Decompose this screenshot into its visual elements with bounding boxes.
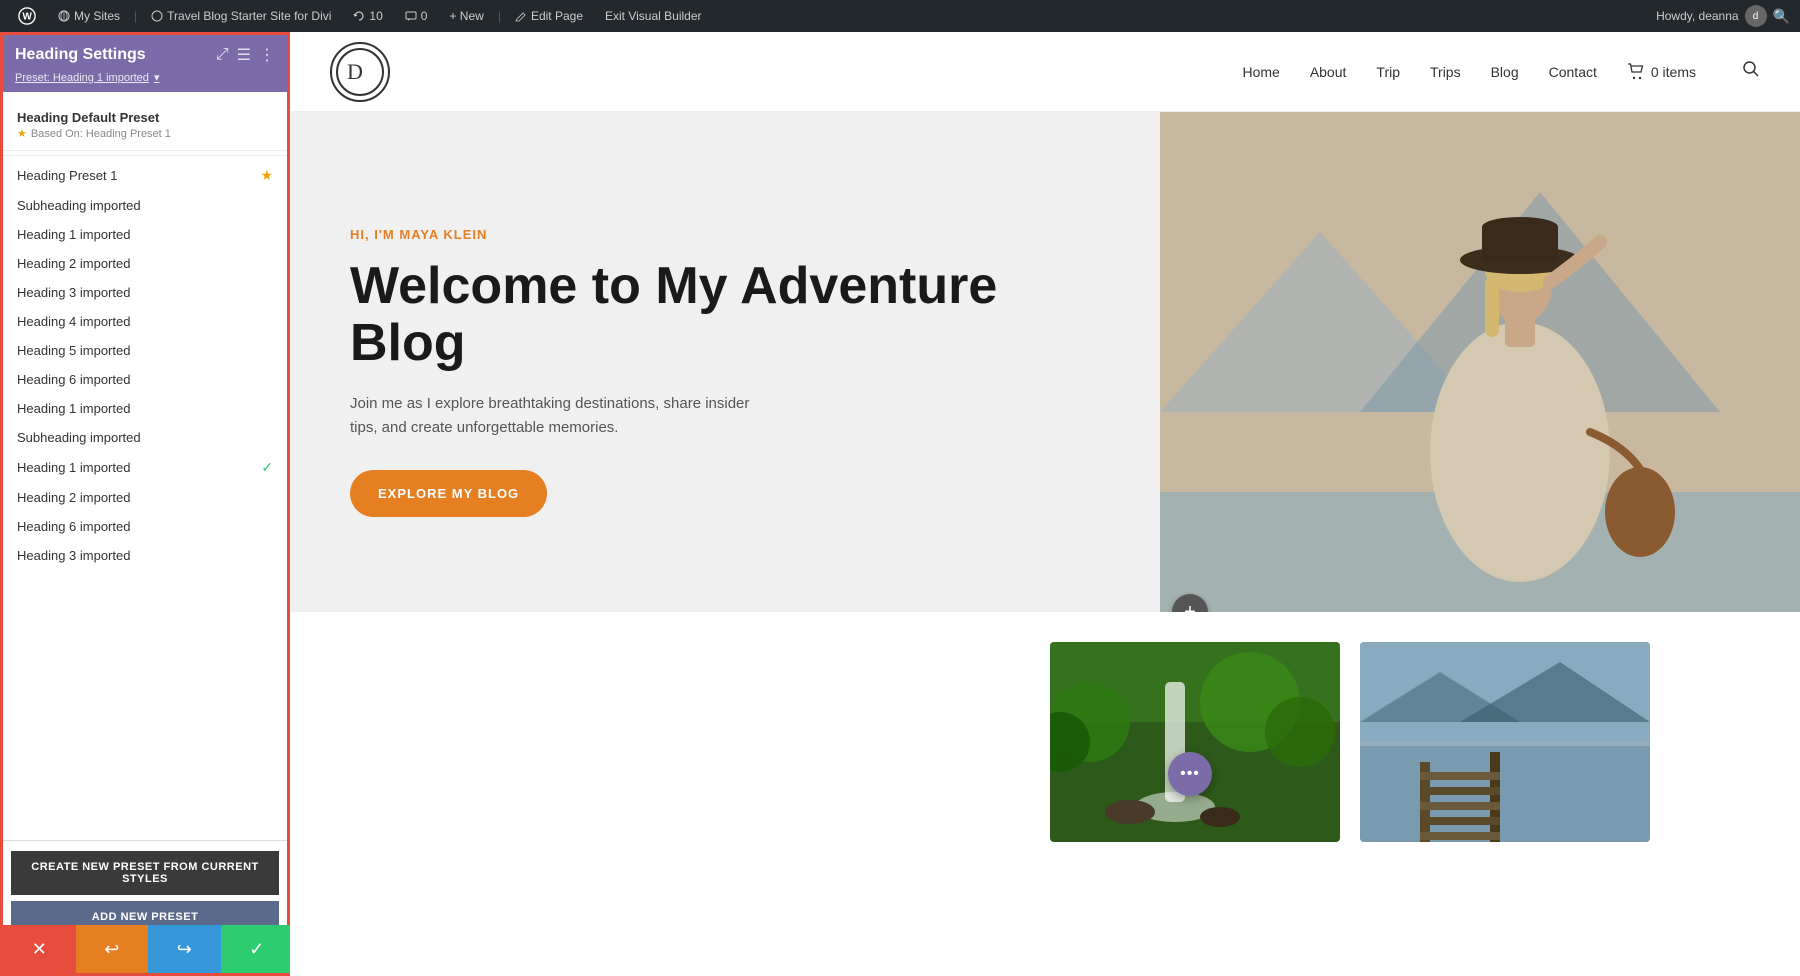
- gallery-section: [290, 612, 1800, 842]
- avatar[interactable]: d: [1745, 5, 1767, 27]
- left-panel: Heading Settings ⤢ ☰ ⋮ Preset: Heading 1…: [0, 32, 290, 976]
- nav-trips[interactable]: Trips: [1430, 64, 1461, 80]
- nav-cart[interactable]: 0 items: [1627, 63, 1696, 81]
- blog-name-item[interactable]: Travel Blog Starter Site for Divi: [143, 9, 339, 23]
- default-preset-block[interactable]: Heading Default Preset ★ Based On: Headi…: [3, 100, 287, 151]
- check-icon: ✓: [261, 459, 273, 476]
- hero-image: [1160, 112, 1800, 612]
- panel-title: Heading Settings: [15, 46, 146, 64]
- preset-item-4[interactable]: Heading 2 imported: [3, 249, 287, 278]
- preset-item-3[interactable]: Heading 1 imported: [3, 220, 287, 249]
- more-icon[interactable]: ⋮: [259, 45, 275, 65]
- create-preset-button[interactable]: CREATE NEW PRESET FROM CURRENT STYLES: [11, 851, 279, 895]
- fab-menu-button[interactable]: •••: [1168, 752, 1212, 796]
- preset-item-1[interactable]: Heading Preset 1 ★: [3, 160, 287, 191]
- preset-label[interactable]: Preset: Heading 1 imported ▾: [3, 71, 287, 92]
- nav-about[interactable]: About: [1310, 64, 1347, 80]
- hero-title: Welcome to My Adventure Blog: [350, 258, 1100, 372]
- comments-item[interactable]: 0: [397, 9, 436, 23]
- blog-name-label: Travel Blog Starter Site for Divi: [167, 9, 331, 23]
- preset-item-label: Heading 1 imported: [17, 401, 130, 416]
- preset-item-5[interactable]: Heading 3 imported: [3, 278, 287, 307]
- preset-item-10[interactable]: Subheading imported: [3, 423, 287, 452]
- nav-links: Home About Trip Trips Blog Contact 0 ite…: [1242, 60, 1760, 83]
- gallery-item-waterfall: [1050, 642, 1340, 842]
- redo-button[interactable]: ↪: [148, 925, 221, 973]
- preset-item-label: Heading 1 imported: [17, 227, 130, 242]
- preset-item-label: Heading 3 imported: [17, 285, 130, 300]
- preset-item-13[interactable]: Heading 6 imported: [3, 512, 287, 541]
- preset-item-label: Subheading imported: [17, 198, 141, 213]
- star-icon: ★: [17, 127, 27, 140]
- nav-contact[interactable]: Contact: [1549, 64, 1597, 80]
- preset-item-12[interactable]: Heading 2 imported: [3, 483, 287, 512]
- preset-item-label: Heading 3 imported: [17, 548, 130, 563]
- edit-page-item[interactable]: Edit Page: [507, 9, 591, 23]
- nav-trip[interactable]: Trip: [1376, 64, 1400, 80]
- expand-icon[interactable]: ⤢: [216, 46, 229, 64]
- preset-item-label: Heading 2 imported: [17, 490, 130, 505]
- search-icon[interactable]: [1742, 60, 1760, 83]
- preset-item-11[interactable]: Heading 1 imported ✓: [3, 452, 287, 483]
- default-preset-based: ★ Based On: Heading Preset 1: [17, 127, 273, 140]
- my-sites-label: My Sites: [74, 9, 120, 23]
- exit-builder-item[interactable]: Exit Visual Builder: [597, 9, 710, 23]
- preset-item-7[interactable]: Heading 5 imported: [3, 336, 287, 365]
- main-area: Heading Settings ⤢ ☰ ⋮ Preset: Heading 1…: [0, 32, 1800, 976]
- preset-item-label: Heading 2 imported: [17, 256, 130, 271]
- undo-button[interactable]: ↩: [76, 925, 149, 973]
- default-preset-name: Heading Default Preset: [17, 110, 273, 125]
- cancel-button[interactable]: ✕: [3, 925, 76, 973]
- preset-item-label: Heading 6 imported: [17, 519, 130, 534]
- save-button[interactable]: ✓: [221, 925, 294, 973]
- hero-section: HI, I'M MAYA KLEIN Welcome to My Adventu…: [290, 112, 1800, 612]
- hero-subtitle: HI, I'M MAYA KLEIN: [350, 227, 1100, 242]
- updates-item[interactable]: 10: [345, 9, 390, 23]
- updates-count: 10: [369, 9, 382, 23]
- preset-item-6[interactable]: Heading 4 imported: [3, 307, 287, 336]
- preset-item-label: Heading 5 imported: [17, 343, 130, 358]
- site-nav: D Home About Trip Trips Blog Contact 0 i…: [290, 32, 1800, 112]
- preset-item-label: Heading 4 imported: [17, 314, 130, 329]
- preset-list[interactable]: Heading Default Preset ★ Based On: Headi…: [3, 92, 287, 840]
- panel-header: Heading Settings ⤢ ☰ ⋮: [3, 35, 287, 71]
- star-active-icon: ★: [260, 167, 273, 184]
- preset-item-label: Heading Preset 1: [17, 168, 117, 183]
- svg-text:W: W: [23, 12, 33, 23]
- site-preview: D Home About Trip Trips Blog Contact 0 i…: [290, 32, 1800, 976]
- admin-bar: W My Sites | Travel Blog Starter Site fo…: [0, 0, 1800, 32]
- nav-home[interactable]: Home: [1242, 64, 1279, 80]
- site-logo: D: [330, 42, 390, 102]
- preset-item-9[interactable]: Heading 1 imported: [3, 394, 287, 423]
- svg-text:D: D: [347, 59, 363, 84]
- hero-content: HI, I'M MAYA KLEIN Welcome to My Adventu…: [290, 112, 1160, 612]
- divider: [3, 155, 287, 156]
- preset-item-2[interactable]: Subheading imported: [3, 191, 287, 220]
- hero-description: Join me as I explore breathtaking destin…: [350, 392, 770, 440]
- search-icon[interactable]: 🔍: [1773, 8, 1790, 25]
- preset-item-label: Subheading imported: [17, 430, 141, 445]
- howdy-section: Howdy, deanna d 🔍: [1656, 5, 1790, 27]
- new-item[interactable]: + New: [441, 9, 491, 23]
- preset-item-label: Heading 1 imported: [17, 460, 130, 475]
- panel-header-icons: ⤢ ☰ ⋮: [216, 45, 275, 65]
- my-sites-item[interactable]: My Sites: [50, 9, 128, 23]
- hero-cta-button[interactable]: EXPLORE MY BLOG: [350, 470, 547, 517]
- nav-blog[interactable]: Blog: [1491, 64, 1519, 80]
- preset-arrow: ▾: [154, 72, 160, 84]
- comments-count: 0: [421, 9, 428, 23]
- layout-icon[interactable]: ☰: [237, 45, 251, 65]
- gallery-item-lake: [1360, 642, 1650, 842]
- cart-count: 0 items: [1651, 64, 1696, 80]
- bottom-toolbar: ✕ ↩ ↪ ✓: [3, 925, 293, 973]
- preset-item-label: Heading 6 imported: [17, 372, 130, 387]
- preset-item-14[interactable]: Heading 3 imported: [3, 541, 287, 570]
- preset-item-8[interactable]: Heading 6 imported: [3, 365, 287, 394]
- wp-logo-item[interactable]: W: [10, 7, 44, 25]
